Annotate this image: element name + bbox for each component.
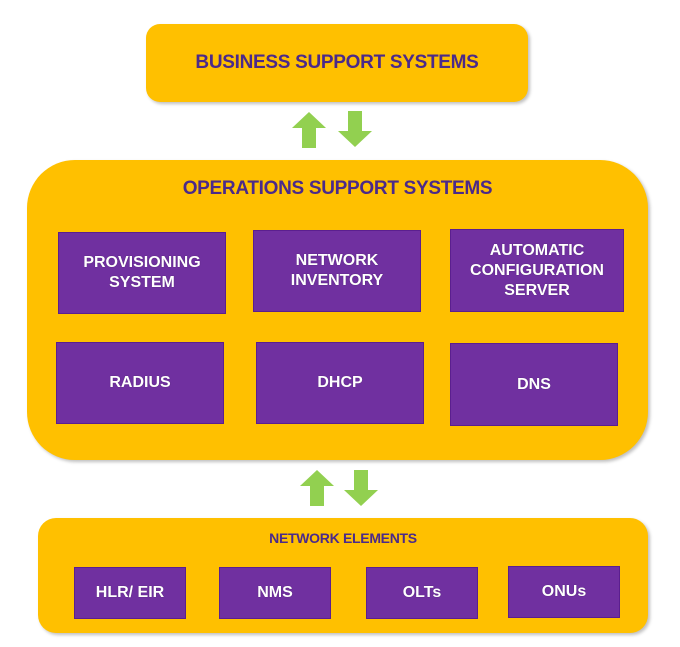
dns-box: DNS [450,343,618,426]
bss-title: BUSINESS SUPPORT SYSTEMS [195,52,479,73]
dhcp-box: DHCP [256,342,424,424]
bss-box: BUSINESS SUPPORT SYSTEMS [146,24,528,102]
radius-box: RADIUS [56,342,224,424]
nms-box: NMS [219,567,331,619]
onus-box: ONUs [508,566,620,618]
network-inventory-box: NETWORK INVENTORY [253,230,421,312]
oss-title: OPERATIONS SUPPORT SYSTEMS [182,178,493,199]
provisioning-system-box: PROVISIONING SYSTEM [58,232,226,314]
arrow-down-icon [338,111,372,147]
arrow-up-icon [300,470,334,506]
hlr-eir-box: HLR/ EIR [74,567,186,619]
olts-box: OLTs [366,567,478,619]
arrow-up-icon [292,112,326,148]
arrow-down-icon [344,470,378,506]
network-elements-title: NETWORK ELEMENTS [269,530,417,546]
automatic-configuration-server-box: AUTOMATIC CONFIGURATION SERVER [450,229,624,312]
